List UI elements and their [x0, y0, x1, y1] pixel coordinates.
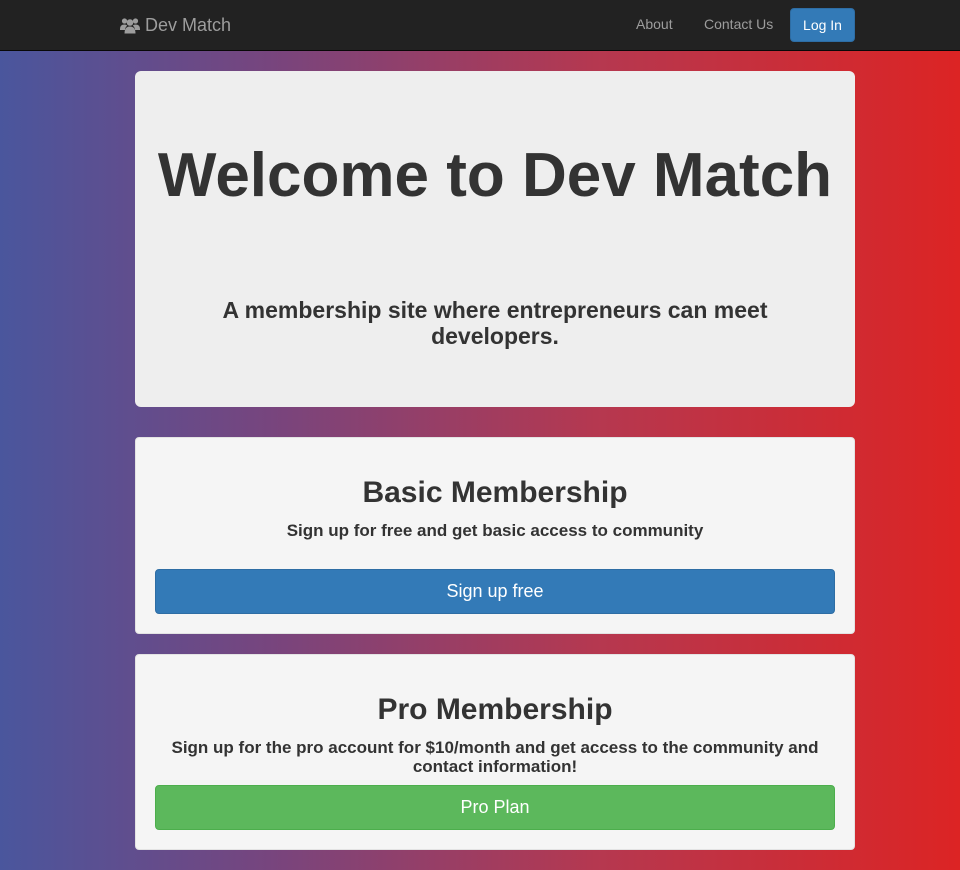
basic-membership-title: Basic Membership — [362, 476, 628, 509]
top-navbar: Dev Match About Contact Us Log In — [0, 0, 960, 51]
nav-link-about[interactable]: About — [636, 16, 673, 32]
hero-title: Welcome to Dev Match — [157, 141, 833, 210]
basic-membership-description: Sign up for free and get basic access to… — [286, 521, 704, 540]
users-icon — [120, 17, 140, 34]
basic-membership-card: Basic Membership Sign up for free and ge… — [135, 437, 855, 634]
brand-link[interactable]: Dev Match — [120, 12, 231, 38]
pro-membership-description: Sign up for the pro account for $10/mont… — [171, 738, 819, 776]
login-button[interactable]: Log In — [790, 8, 855, 42]
pro-membership-title: Pro Membership — [377, 693, 613, 726]
brand-label: Dev Match — [145, 14, 232, 35]
pro-membership-card: Pro Membership Sign up for the pro accou… — [135, 654, 855, 850]
pro-plan-button[interactable]: Pro Plan — [155, 785, 835, 830]
hero-subtitle: A membership site where entrepreneurs ca… — [222, 297, 768, 349]
sign-up-free-button[interactable]: Sign up free — [155, 569, 835, 614]
nav-link-contact[interactable]: Contact Us — [704, 16, 773, 32]
hero-jumbotron: Welcome to Dev Match A membership site w… — [135, 71, 855, 407]
